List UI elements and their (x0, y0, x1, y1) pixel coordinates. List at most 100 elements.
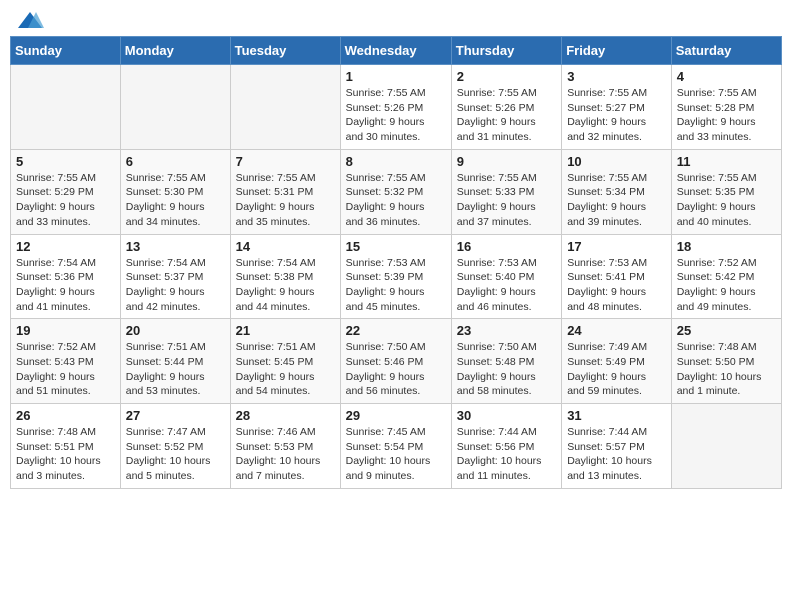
day-info: Sunrise: 7:53 AM Sunset: 5:39 PM Dayligh… (346, 256, 446, 315)
day-number: 26 (16, 408, 115, 423)
day-number: 16 (457, 239, 556, 254)
calendar-week-row: 12 Sunrise: 7:54 AM Sunset: 5:36 PM Dayli… (11, 234, 782, 319)
day-number: 10 (567, 154, 666, 169)
day-number: 27 (126, 408, 225, 423)
calendar-cell: 3 Sunrise: 7:55 AM Sunset: 5:27 PM Daylig… (562, 65, 672, 150)
calendar-cell: 22Sunrise: 7:50 AM Sunset: 5:46 PM Dayli… (340, 319, 451, 404)
day-number: 18 (677, 239, 776, 254)
calendar-cell: 30Sunrise: 7:44 AM Sunset: 5:56 PM Dayli… (451, 404, 561, 489)
day-info: Sunrise: 7:46 AM Sunset: 5:53 PM Dayligh… (236, 425, 335, 484)
calendar-table: SundayMondayTuesdayWednesdayThursdayFrid… (10, 36, 782, 489)
weekday-header-wednesday: Wednesday (340, 37, 451, 65)
calendar-week-row: 26 Sunrise: 7:48 AM Sunset: 5:51 PM Dayli… (11, 404, 782, 489)
calendar-cell: 13 Sunrise: 7:54 AM Sunset: 5:37 PM Dayli… (120, 234, 230, 319)
calendar-week-row: 5 Sunrise: 7:55 AM Sunset: 5:29 PM Daylig… (11, 149, 782, 234)
day-info: Sunrise: 7:55 AM Sunset: 5:28 PM Dayligh… (677, 86, 776, 145)
day-info: Sunrise: 7:52 AM Sunset: 5:42 PM Dayligh… (677, 256, 776, 315)
day-number: 1 (346, 69, 446, 84)
day-info: Sunrise: 7:44 AM Sunset: 5:56 PM Dayligh… (457, 425, 556, 484)
day-info: Sunrise: 7:55 AM Sunset: 5:26 PM Dayligh… (346, 86, 446, 145)
day-number: 15 (346, 239, 446, 254)
day-info: Sunrise: 7:53 AM Sunset: 5:41 PM Dayligh… (567, 256, 666, 315)
day-info: Sunrise: 7:54 AM Sunset: 5:37 PM Dayligh… (126, 256, 225, 315)
day-info: Sunrise: 7:48 AM Sunset: 5:51 PM Dayligh… (16, 425, 115, 484)
day-info: Sunrise: 7:47 AM Sunset: 5:52 PM Dayligh… (126, 425, 225, 484)
calendar-cell: 10 Sunrise: 7:55 AM Sunset: 5:34 PM Dayli… (562, 149, 672, 234)
day-info: Sunrise: 7:45 AM Sunset: 5:54 PM Dayligh… (346, 425, 446, 484)
calendar-cell: 2 Sunrise: 7:55 AM Sunset: 5:26 PM Daylig… (451, 65, 561, 150)
day-number: 31 (567, 408, 666, 423)
weekday-header-row: SundayMondayTuesdayWednesdayThursdayFrid… (11, 37, 782, 65)
calendar-cell: 25 Sunrise: 7:48 AM Sunset: 5:50 PM Dayli… (671, 319, 781, 404)
day-number: 13 (126, 239, 225, 254)
weekday-header-saturday: Saturday (671, 37, 781, 65)
calendar-cell (11, 65, 121, 150)
day-number: 29 (346, 408, 446, 423)
day-number: 8 (346, 154, 446, 169)
calendar-cell: 14 Sunrise: 7:54 AM Sunset: 5:38 PM Dayli… (230, 234, 340, 319)
calendar-cell: 15 Sunrise: 7:53 AM Sunset: 5:39 PM Dayli… (340, 234, 451, 319)
day-info: Sunrise: 7:44 AM Sunset: 5:57 PM Dayligh… (567, 425, 666, 484)
day-info: Sunrise: 7:55 AM Sunset: 5:32 PM Dayligh… (346, 171, 446, 230)
day-number: 3 (567, 69, 666, 84)
weekday-header-sunday: Sunday (11, 37, 121, 65)
calendar-cell: 4 Sunrise: 7:55 AM Sunset: 5:28 PM Daylig… (671, 65, 781, 150)
weekday-header-tuesday: Tuesday (230, 37, 340, 65)
day-number: 12 (16, 239, 115, 254)
calendar-cell: 23 Sunrise: 7:50 AM Sunset: 5:48 PM Dayli… (451, 319, 561, 404)
day-number: 20 (126, 323, 225, 338)
day-number: 9 (457, 154, 556, 169)
calendar-cell: 29 Sunrise: 7:45 AM Sunset: 5:54 PM Dayli… (340, 404, 451, 489)
page-header (10, 10, 782, 28)
calendar-cell (230, 65, 340, 150)
day-number: 4 (677, 69, 776, 84)
day-info: Sunrise: 7:55 AM Sunset: 5:33 PM Dayligh… (457, 171, 556, 230)
day-number: 7 (236, 154, 335, 169)
weekday-header-thursday: Thursday (451, 37, 561, 65)
day-info: Sunrise: 7:55 AM Sunset: 5:30 PM Dayligh… (126, 171, 225, 230)
calendar-cell (671, 404, 781, 489)
day-number: 23 (457, 323, 556, 338)
day-info: Sunrise: 7:51 AM Sunset: 5:44 PM Dayligh… (126, 340, 225, 399)
calendar-cell: 5 Sunrise: 7:55 AM Sunset: 5:29 PM Daylig… (11, 149, 121, 234)
day-info: Sunrise: 7:53 AM Sunset: 5:40 PM Dayligh… (457, 256, 556, 315)
calendar-cell: 12 Sunrise: 7:54 AM Sunset: 5:36 PM Dayli… (11, 234, 121, 319)
day-number: 21 (236, 323, 335, 338)
day-number: 2 (457, 69, 556, 84)
day-info: Sunrise: 7:49 AM Sunset: 5:49 PM Dayligh… (567, 340, 666, 399)
weekday-header-monday: Monday (120, 37, 230, 65)
day-number: 5 (16, 154, 115, 169)
day-info: Sunrise: 7:48 AM Sunset: 5:50 PM Dayligh… (677, 340, 776, 399)
day-number: 14 (236, 239, 335, 254)
day-info: Sunrise: 7:52 AM Sunset: 5:43 PM Dayligh… (16, 340, 115, 399)
day-info: Sunrise: 7:55 AM Sunset: 5:34 PM Dayligh… (567, 171, 666, 230)
calendar-week-row: 19 Sunrise: 7:52 AM Sunset: 5:43 PM Dayli… (11, 319, 782, 404)
calendar-cell: 27 Sunrise: 7:47 AM Sunset: 5:52 PM Dayli… (120, 404, 230, 489)
day-info: Sunrise: 7:54 AM Sunset: 5:38 PM Dayligh… (236, 256, 335, 315)
day-info: Sunrise: 7:55 AM Sunset: 5:26 PM Dayligh… (457, 86, 556, 145)
calendar-cell: 18 Sunrise: 7:52 AM Sunset: 5:42 PM Dayli… (671, 234, 781, 319)
day-number: 19 (16, 323, 115, 338)
logo (14, 10, 44, 28)
calendar-cell: 20 Sunrise: 7:51 AM Sunset: 5:44 PM Dayli… (120, 319, 230, 404)
day-number: 17 (567, 239, 666, 254)
calendar-cell: 11 Sunrise: 7:55 AM Sunset: 5:35 PM Dayli… (671, 149, 781, 234)
day-info: Sunrise: 7:55 AM Sunset: 5:27 PM Dayligh… (567, 86, 666, 145)
weekday-header-friday: Friday (562, 37, 672, 65)
day-number: 11 (677, 154, 776, 169)
calendar-cell: 8 Sunrise: 7:55 AM Sunset: 5:32 PM Daylig… (340, 149, 451, 234)
calendar-cell: 17 Sunrise: 7:53 AM Sunset: 5:41 PM Dayli… (562, 234, 672, 319)
day-info: Sunrise: 7:50 AM Sunset: 5:46 PM Dayligh… (346, 340, 446, 399)
calendar-cell: 6Sunrise: 7:55 AM Sunset: 5:30 PM Daylig… (120, 149, 230, 234)
day-info: Sunrise: 7:54 AM Sunset: 5:36 PM Dayligh… (16, 256, 115, 315)
day-info: Sunrise: 7:55 AM Sunset: 5:35 PM Dayligh… (677, 171, 776, 230)
day-info: Sunrise: 7:55 AM Sunset: 5:29 PM Dayligh… (16, 171, 115, 230)
day-info: Sunrise: 7:55 AM Sunset: 5:31 PM Dayligh… (236, 171, 335, 230)
day-number: 25 (677, 323, 776, 338)
day-info: Sunrise: 7:50 AM Sunset: 5:48 PM Dayligh… (457, 340, 556, 399)
calendar-cell: 26 Sunrise: 7:48 AM Sunset: 5:51 PM Dayli… (11, 404, 121, 489)
day-info: Sunrise: 7:51 AM Sunset: 5:45 PM Dayligh… (236, 340, 335, 399)
calendar-cell: 19 Sunrise: 7:52 AM Sunset: 5:43 PM Dayli… (11, 319, 121, 404)
calendar-cell: 9 Sunrise: 7:55 AM Sunset: 5:33 PM Daylig… (451, 149, 561, 234)
day-number: 28 (236, 408, 335, 423)
